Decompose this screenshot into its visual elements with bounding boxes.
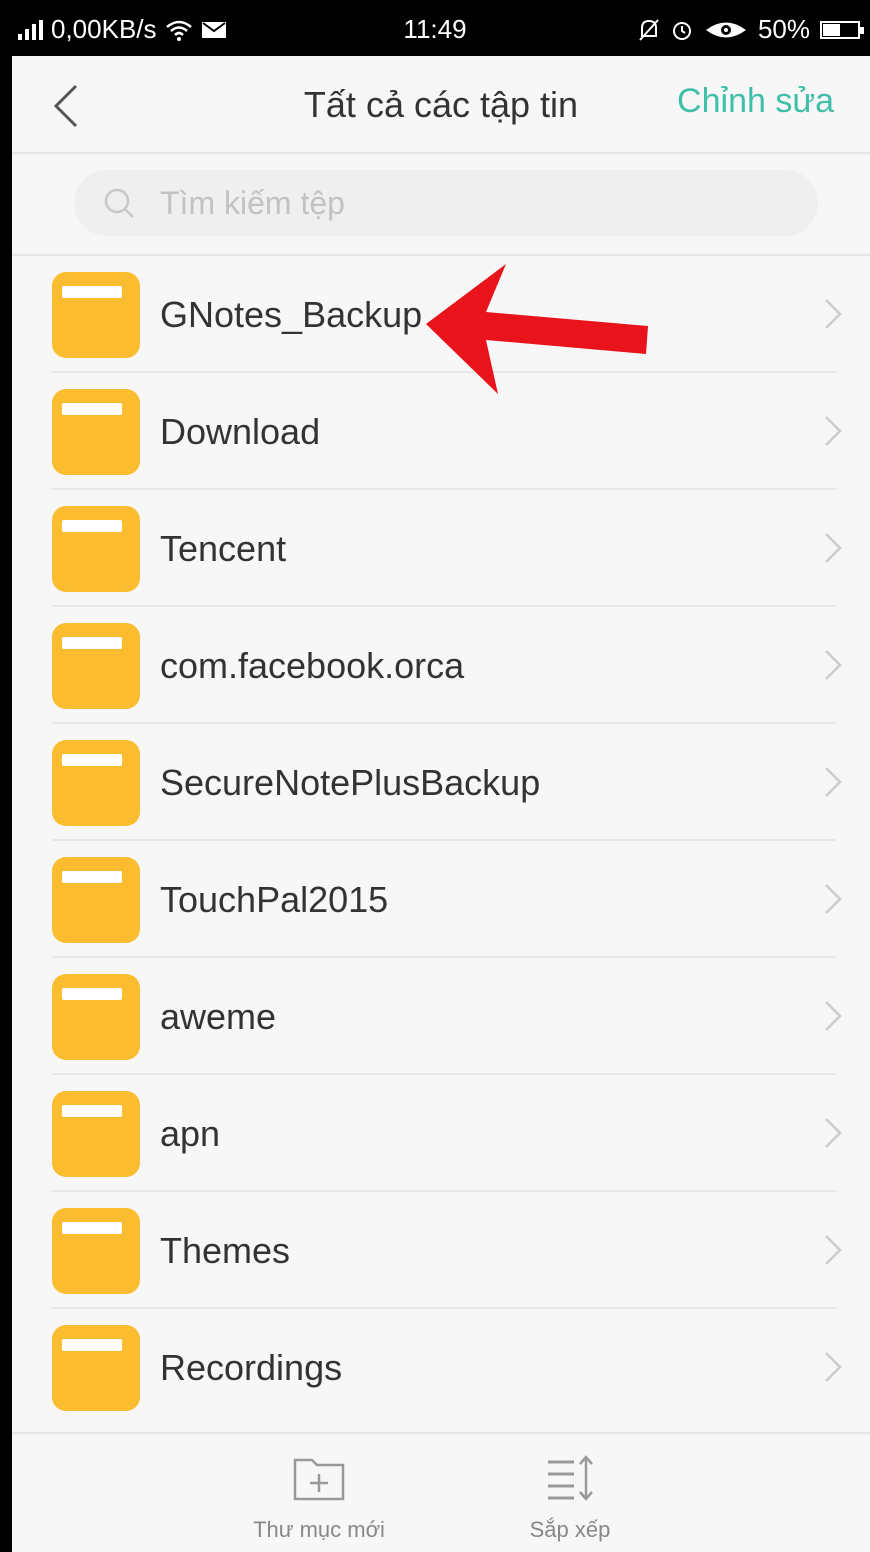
folder-name: Download xyxy=(160,411,321,452)
alarm-icon xyxy=(672,21,691,40)
folder-list: GNotes_Backup Download Tencent com.faceb… xyxy=(12,256,870,1426)
chevron-right-icon xyxy=(825,650,842,680)
folder-row[interactable]: GNotes_Backup xyxy=(12,256,870,373)
battery-fill xyxy=(823,23,840,36)
chevron-right-icon xyxy=(825,1235,842,1265)
folder-name: apn xyxy=(160,1113,221,1154)
chevron-right-icon xyxy=(825,1352,842,1382)
folder-row[interactable]: Themes xyxy=(12,1192,870,1309)
folder-name: GNotes_Backup xyxy=(160,294,423,335)
folder-name: TouchPal2015 xyxy=(160,879,389,920)
folder-row[interactable]: TouchPal2015 xyxy=(12,841,870,958)
chevron-right-icon xyxy=(825,1118,842,1148)
folder-row[interactable]: Download xyxy=(12,373,870,490)
header: Tất cả các tập tin Chỉnh sửa xyxy=(12,56,870,154)
new-folder-label: Thư mục mới xyxy=(253,1517,385,1542)
bottom-toolbar: Thư mục mới Sắp xếp xyxy=(12,1432,870,1552)
folder-icon xyxy=(52,974,140,1060)
chevron-right-icon xyxy=(825,416,842,446)
folder-icon xyxy=(52,1325,140,1411)
search-area xyxy=(12,154,870,256)
battery-percent: 50% xyxy=(757,14,810,44)
folder-name: Recordings xyxy=(160,1347,343,1388)
folder-icon xyxy=(52,1091,140,1177)
folder-row[interactable]: com.facebook.orca xyxy=(12,607,870,724)
folder-row[interactable]: SecureNotePlusBackup xyxy=(12,724,870,841)
folder-icon xyxy=(52,857,140,943)
search-input[interactable] xyxy=(158,183,722,223)
chevron-right-icon xyxy=(825,299,842,329)
sort-label: Sắp xếp xyxy=(529,1517,611,1542)
new-folder-button[interactable]: Thư mục mới xyxy=(244,1454,394,1543)
folder-name: com.facebook.orca xyxy=(160,645,465,686)
new-folder-icon xyxy=(293,1458,345,1501)
sort-button[interactable]: Sắp xếp xyxy=(510,1454,630,1543)
chevron-right-icon xyxy=(825,533,842,563)
folder-row[interactable]: Recordings xyxy=(12,1309,870,1426)
status-bar: 0,00KB/s 11:49 50% xyxy=(0,0,870,56)
chevron-right-icon xyxy=(825,884,842,914)
chevron-right-icon xyxy=(825,1001,842,1031)
search-icon xyxy=(104,188,134,218)
folder-icon xyxy=(52,506,140,592)
folder-icon xyxy=(52,272,140,358)
folder-icon xyxy=(52,389,140,475)
folder-name: aweme xyxy=(160,996,277,1037)
folder-name: Tencent xyxy=(160,528,287,569)
folder-icon xyxy=(52,740,140,826)
folder-icon xyxy=(52,623,140,709)
folder-row[interactable]: aweme xyxy=(12,958,870,1075)
battery-icon xyxy=(820,20,864,39)
folder-icon xyxy=(52,1208,140,1294)
edit-button[interactable]: Chỉnh sửa xyxy=(677,82,834,121)
chevron-right-icon xyxy=(825,767,842,797)
file-manager-screen: Tất cả các tập tin Chỉnh sửa GNotes_Back… xyxy=(12,56,870,1552)
folder-name: SecureNotePlusBackup xyxy=(160,762,541,803)
bell-off-icon xyxy=(639,18,659,41)
folder-row[interactable]: apn xyxy=(12,1075,870,1192)
sort-icon xyxy=(548,1455,593,1501)
search-bar[interactable] xyxy=(74,170,818,236)
folder-name: Themes xyxy=(160,1230,291,1271)
folder-row[interactable]: Tencent xyxy=(12,490,870,607)
eye-icon xyxy=(705,22,746,37)
